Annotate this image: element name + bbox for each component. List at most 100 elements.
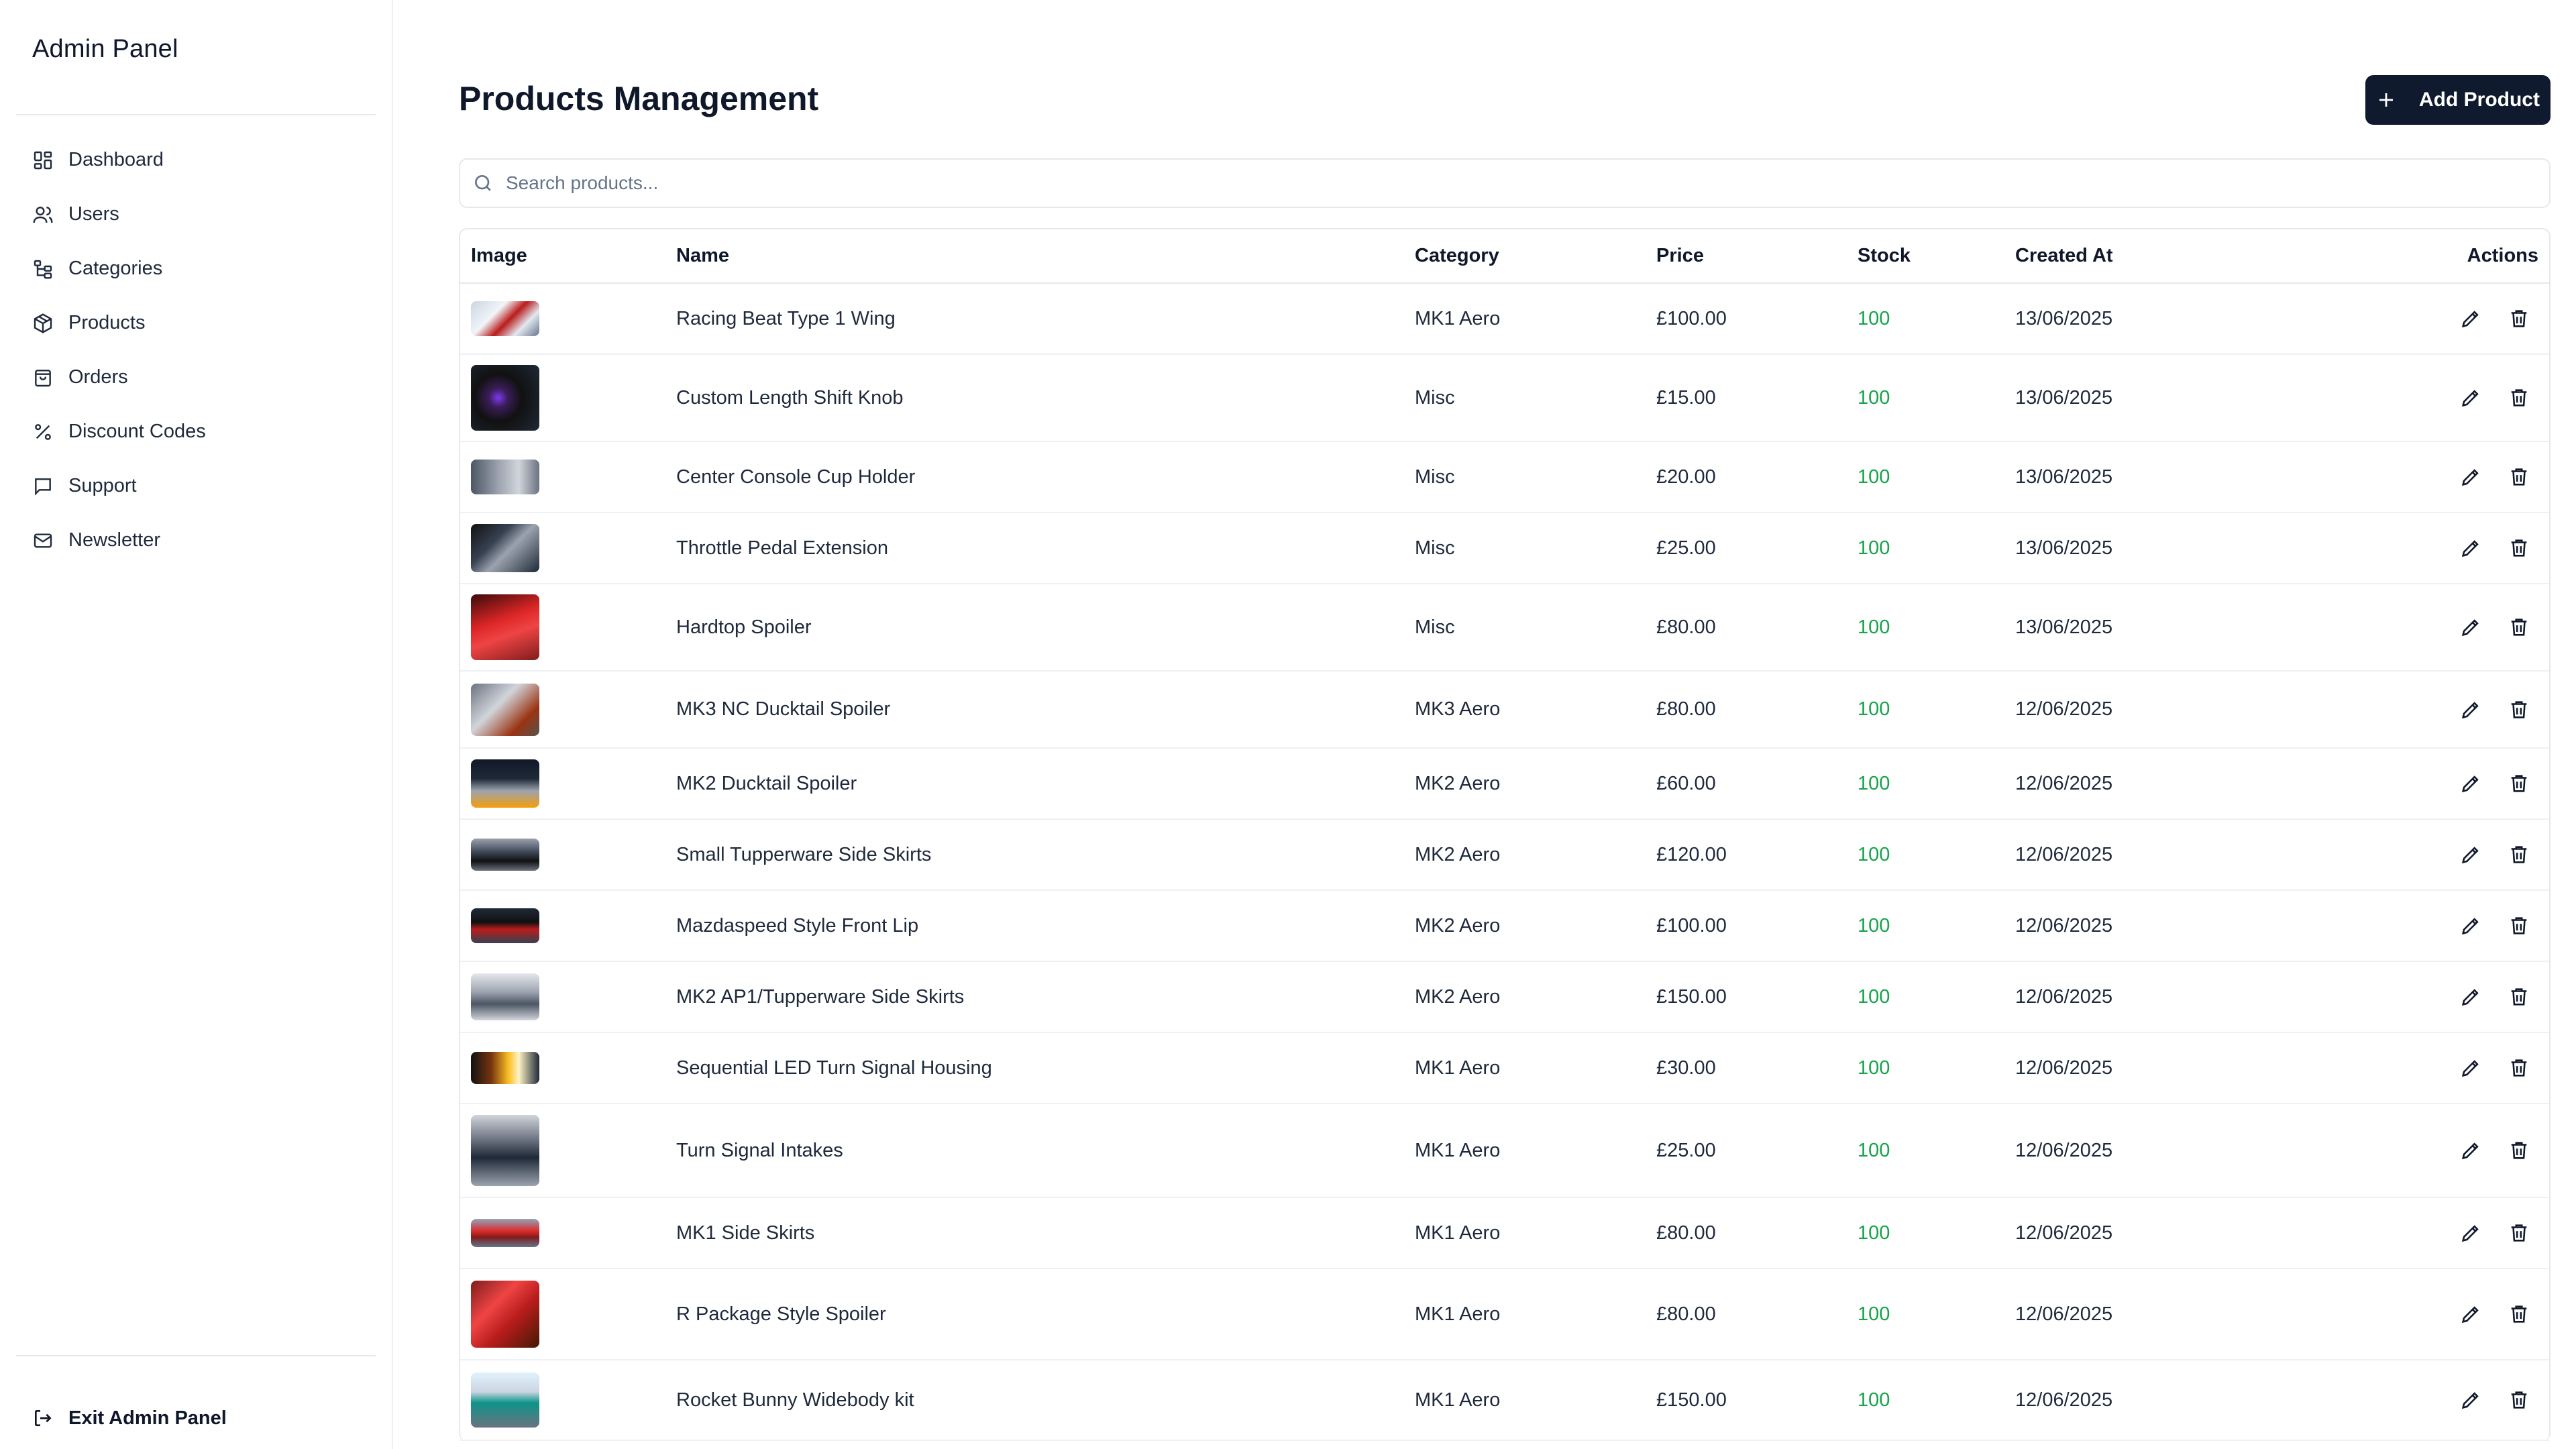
- sidebar-item-label: Dashboard: [68, 149, 164, 170]
- product-price: £30.00: [1646, 1032, 1847, 1104]
- sidebar-item-orders[interactable]: Orders: [16, 350, 376, 405]
- edit-icon[interactable]: [2459, 1057, 2482, 1079]
- plus-icon: [2376, 90, 2396, 110]
- table-row: Turn Signal Intakes MK1 Aero £25.00 100 12/0…: [460, 1104, 2549, 1198]
- page-title: Products Management: [459, 80, 819, 117]
- sidebar: Admin Panel Dashboard Users Categories P…: [0, 0, 393, 1449]
- column-header-price[interactable]: Price: [1646, 229, 1847, 284]
- row-actions: [2273, 283, 2549, 355]
- add-product-label: Add Product: [2419, 89, 2540, 111]
- trash-icon[interactable]: [2508, 616, 2530, 639]
- trash-icon[interactable]: [2508, 914, 2530, 937]
- product-thumbnail: [471, 1115, 539, 1186]
- product-price: £80.00: [1646, 584, 1847, 672]
- trash-icon[interactable]: [2508, 698, 2530, 721]
- product-thumbnail: [471, 594, 539, 660]
- product-image-cell: [460, 748, 665, 820]
- product-created-at: 12/06/2025: [2004, 671, 2273, 749]
- admin-app: Admin Panel Dashboard Users Categories P…: [0, 0, 2576, 1449]
- product-category: MK1 Aero: [1404, 283, 1646, 355]
- product-stock: 100: [1847, 283, 2004, 355]
- sidebar-item-products[interactable]: Products: [16, 296, 376, 350]
- product-name: Sequential LED Turn Signal Housing: [665, 1032, 1404, 1104]
- trash-icon[interactable]: [2508, 1389, 2530, 1411]
- product-stock: 100: [1847, 1360, 2004, 1441]
- column-header-created-at[interactable]: Created At: [2004, 229, 2273, 284]
- table-row: Throttle Pedal Extension Misc £25.00 100 13/…: [460, 513, 2549, 584]
- edit-icon[interactable]: [2459, 843, 2482, 866]
- trash-icon[interactable]: [2508, 1303, 2530, 1326]
- product-category: Misc: [1404, 354, 1646, 442]
- trash-icon[interactable]: [2508, 386, 2530, 409]
- edit-icon[interactable]: [2459, 1303, 2482, 1326]
- product-image-cell: [460, 961, 665, 1033]
- sidebar-item-label: Categories: [68, 258, 163, 279]
- sidebar-item-newsletter[interactable]: Newsletter: [16, 513, 376, 568]
- product-price: £15.00: [1646, 354, 1847, 442]
- table-row: Mazdaspeed Style Front Lip MK2 Aero £100.0…: [460, 890, 2549, 962]
- sidebar-item-discount-codes[interactable]: Discount Codes: [16, 405, 376, 459]
- trash-icon[interactable]: [2508, 1222, 2530, 1244]
- product-category: MK1 Aero: [1404, 1269, 1646, 1360]
- edit-icon[interactable]: [2459, 466, 2482, 488]
- edit-icon[interactable]: [2459, 1389, 2482, 1411]
- product-name: Custom Length Shift Knob: [665, 354, 1404, 442]
- trash-icon[interactable]: [2508, 1139, 2530, 1162]
- edit-icon[interactable]: [2459, 914, 2482, 937]
- product-thumbnail: [471, 1281, 539, 1348]
- table-row: Custom Length Shift Knob Misc £15.00 100 13/…: [460, 354, 2549, 442]
- exit-admin-button[interactable]: Exit Admin Panel: [16, 1394, 376, 1442]
- product-image-cell: [460, 1269, 665, 1360]
- search-input[interactable]: [506, 172, 2549, 194]
- add-product-button[interactable]: Add Product: [2365, 75, 2551, 125]
- search-bar[interactable]: [459, 158, 2551, 208]
- trash-icon[interactable]: [2508, 1057, 2530, 1079]
- edit-icon[interactable]: [2459, 698, 2482, 721]
- edit-icon[interactable]: [2459, 537, 2482, 559]
- sidebar-divider-bottom: [16, 1355, 376, 1356]
- product-stock: 100: [1847, 890, 2004, 962]
- product-stock: 100: [1847, 1032, 2004, 1104]
- product-category: MK1 Aero: [1404, 1197, 1646, 1269]
- edit-icon[interactable]: [2459, 386, 2482, 409]
- product-category: Misc: [1404, 584, 1646, 672]
- table-row: Rocket Bunny Widebody kit MK1 Aero £150.00…: [460, 1360, 2549, 1441]
- trash-icon[interactable]: [2508, 466, 2530, 488]
- product-created-at: 12/06/2025: [2004, 961, 2273, 1033]
- row-actions: [2273, 441, 2549, 513]
- sidebar-item-users[interactable]: Users: [16, 187, 376, 241]
- table-header-row: Image Name Category Price Stock Created …: [460, 229, 2549, 284]
- row-actions: [2273, 1197, 2549, 1269]
- row-actions: [2273, 671, 2549, 749]
- edit-icon[interactable]: [2459, 985, 2482, 1008]
- sidebar-item-categories[interactable]: Categories: [16, 241, 376, 296]
- edit-icon[interactable]: [2459, 616, 2482, 639]
- product-stock: 100: [1847, 1269, 2004, 1360]
- column-header-stock[interactable]: Stock: [1847, 229, 2004, 284]
- product-created-at: 13/06/2025: [2004, 354, 2273, 442]
- edit-icon[interactable]: [2459, 1139, 2482, 1162]
- product-name: MK3 NC Ducktail Spoiler: [665, 671, 1404, 749]
- trash-icon[interactable]: [2508, 843, 2530, 866]
- product-thumbnail: [471, 973, 539, 1020]
- edit-icon[interactable]: [2459, 1222, 2482, 1244]
- column-header-name[interactable]: Name: [665, 229, 1404, 284]
- product-category: MK3 Aero: [1404, 671, 1646, 749]
- product-category: MK2 Aero: [1404, 890, 1646, 962]
- product-name: Throttle Pedal Extension: [665, 513, 1404, 584]
- column-header-actions: Actions: [2273, 229, 2549, 284]
- column-header-category[interactable]: Category: [1404, 229, 1646, 284]
- box-icon: [32, 313, 54, 334]
- product-image-cell: [460, 283, 665, 355]
- trash-icon[interactable]: [2508, 537, 2530, 559]
- edit-icon[interactable]: [2459, 307, 2482, 330]
- trash-icon[interactable]: [2508, 307, 2530, 330]
- trash-icon[interactable]: [2508, 772, 2530, 795]
- trash-icon[interactable]: [2508, 985, 2530, 1008]
- edit-icon[interactable]: [2459, 772, 2482, 795]
- sidebar-item-support[interactable]: Support: [16, 459, 376, 513]
- dashboard-icon: [32, 150, 54, 171]
- table-row: MK1 Side Skirts MK1 Aero £80.00 100 12/06/20…: [460, 1197, 2549, 1269]
- product-thumbnail: [471, 301, 539, 336]
- sidebar-item-dashboard[interactable]: Dashboard: [16, 133, 376, 187]
